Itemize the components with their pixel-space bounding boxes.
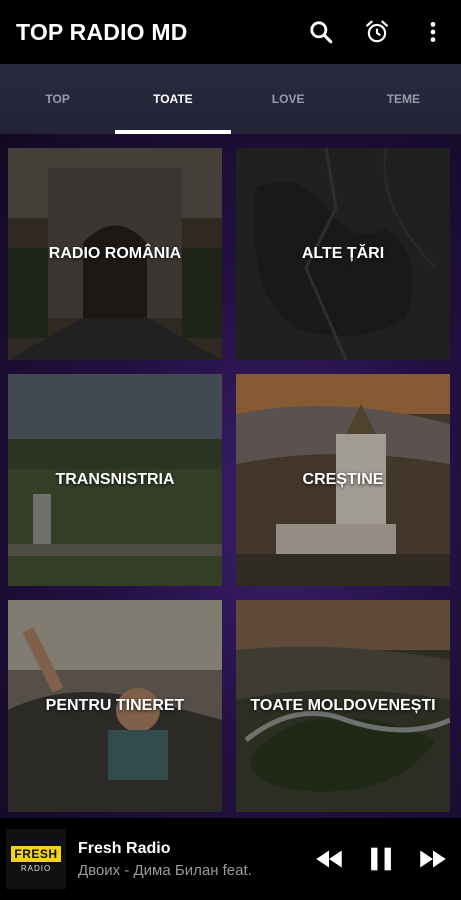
category-label: CREȘTINE [302,471,384,488]
category-tile-pentru-tineret[interactable]: PENTRU TINERET [8,600,222,812]
player-controls [303,833,459,885]
fast-forward-icon[interactable] [407,833,459,885]
category-label: TOATE MOLDOVENEȘTI [250,697,436,714]
category-tile-alte-tari[interactable]: ALTE ȚĂRI [236,148,450,360]
more-vertical-icon[interactable] [405,4,461,60]
category-label: ALTE ȚĂRI [301,245,385,262]
station-logo: FRESH RADIO [6,829,66,889]
category-label: PENTRU TINERET [45,697,185,714]
tab-teme[interactable]: TEME [346,64,461,134]
station-name: Fresh Radio [78,839,171,857]
app-bar: TOP RADIO MD [0,0,461,64]
logo-text-bottom: RADIO [20,863,52,873]
category-tile-toate-moldovenesti[interactable]: TOATE MOLDOVENEȘTI [236,600,450,812]
category-tabs: TOP TOATE LOVE TEME [0,64,461,134]
track-name: Двоих - Дима Билан feat. [78,861,252,879]
search-icon[interactable] [293,4,349,60]
pause-icon[interactable] [355,833,407,885]
tab-love[interactable]: LOVE [231,64,346,134]
category-label: TRANSNISTRIA [55,471,175,488]
rewind-icon[interactable] [303,833,355,885]
logo-text-top: FRESH [11,845,61,862]
category-tile-crestine[interactable]: CREȘTINE [236,374,450,586]
tab-top[interactable]: TOP [0,64,115,134]
app-title: TOP RADIO MD [16,18,188,45]
category-tile-radio-romania[interactable]: RADIO ROMÂNIA [8,148,222,360]
category-grid: RADIO ROMÂNIA ALTE ȚĂRI TRANSNISTRIA CRE… [0,134,461,818]
category-label: RADIO ROMÂNIA [48,245,182,262]
alarm-icon[interactable] [349,4,405,60]
category-tile-transnistria[interactable]: TRANSNISTRIA [8,374,222,586]
tab-toate[interactable]: TOATE [115,64,231,134]
now-playing: Fresh Radio Двоих - Дима Билан feat. [78,840,293,879]
mini-player[interactable]: FRESH RADIO Fresh Radio Двоих - Дима Бил… [0,818,461,900]
